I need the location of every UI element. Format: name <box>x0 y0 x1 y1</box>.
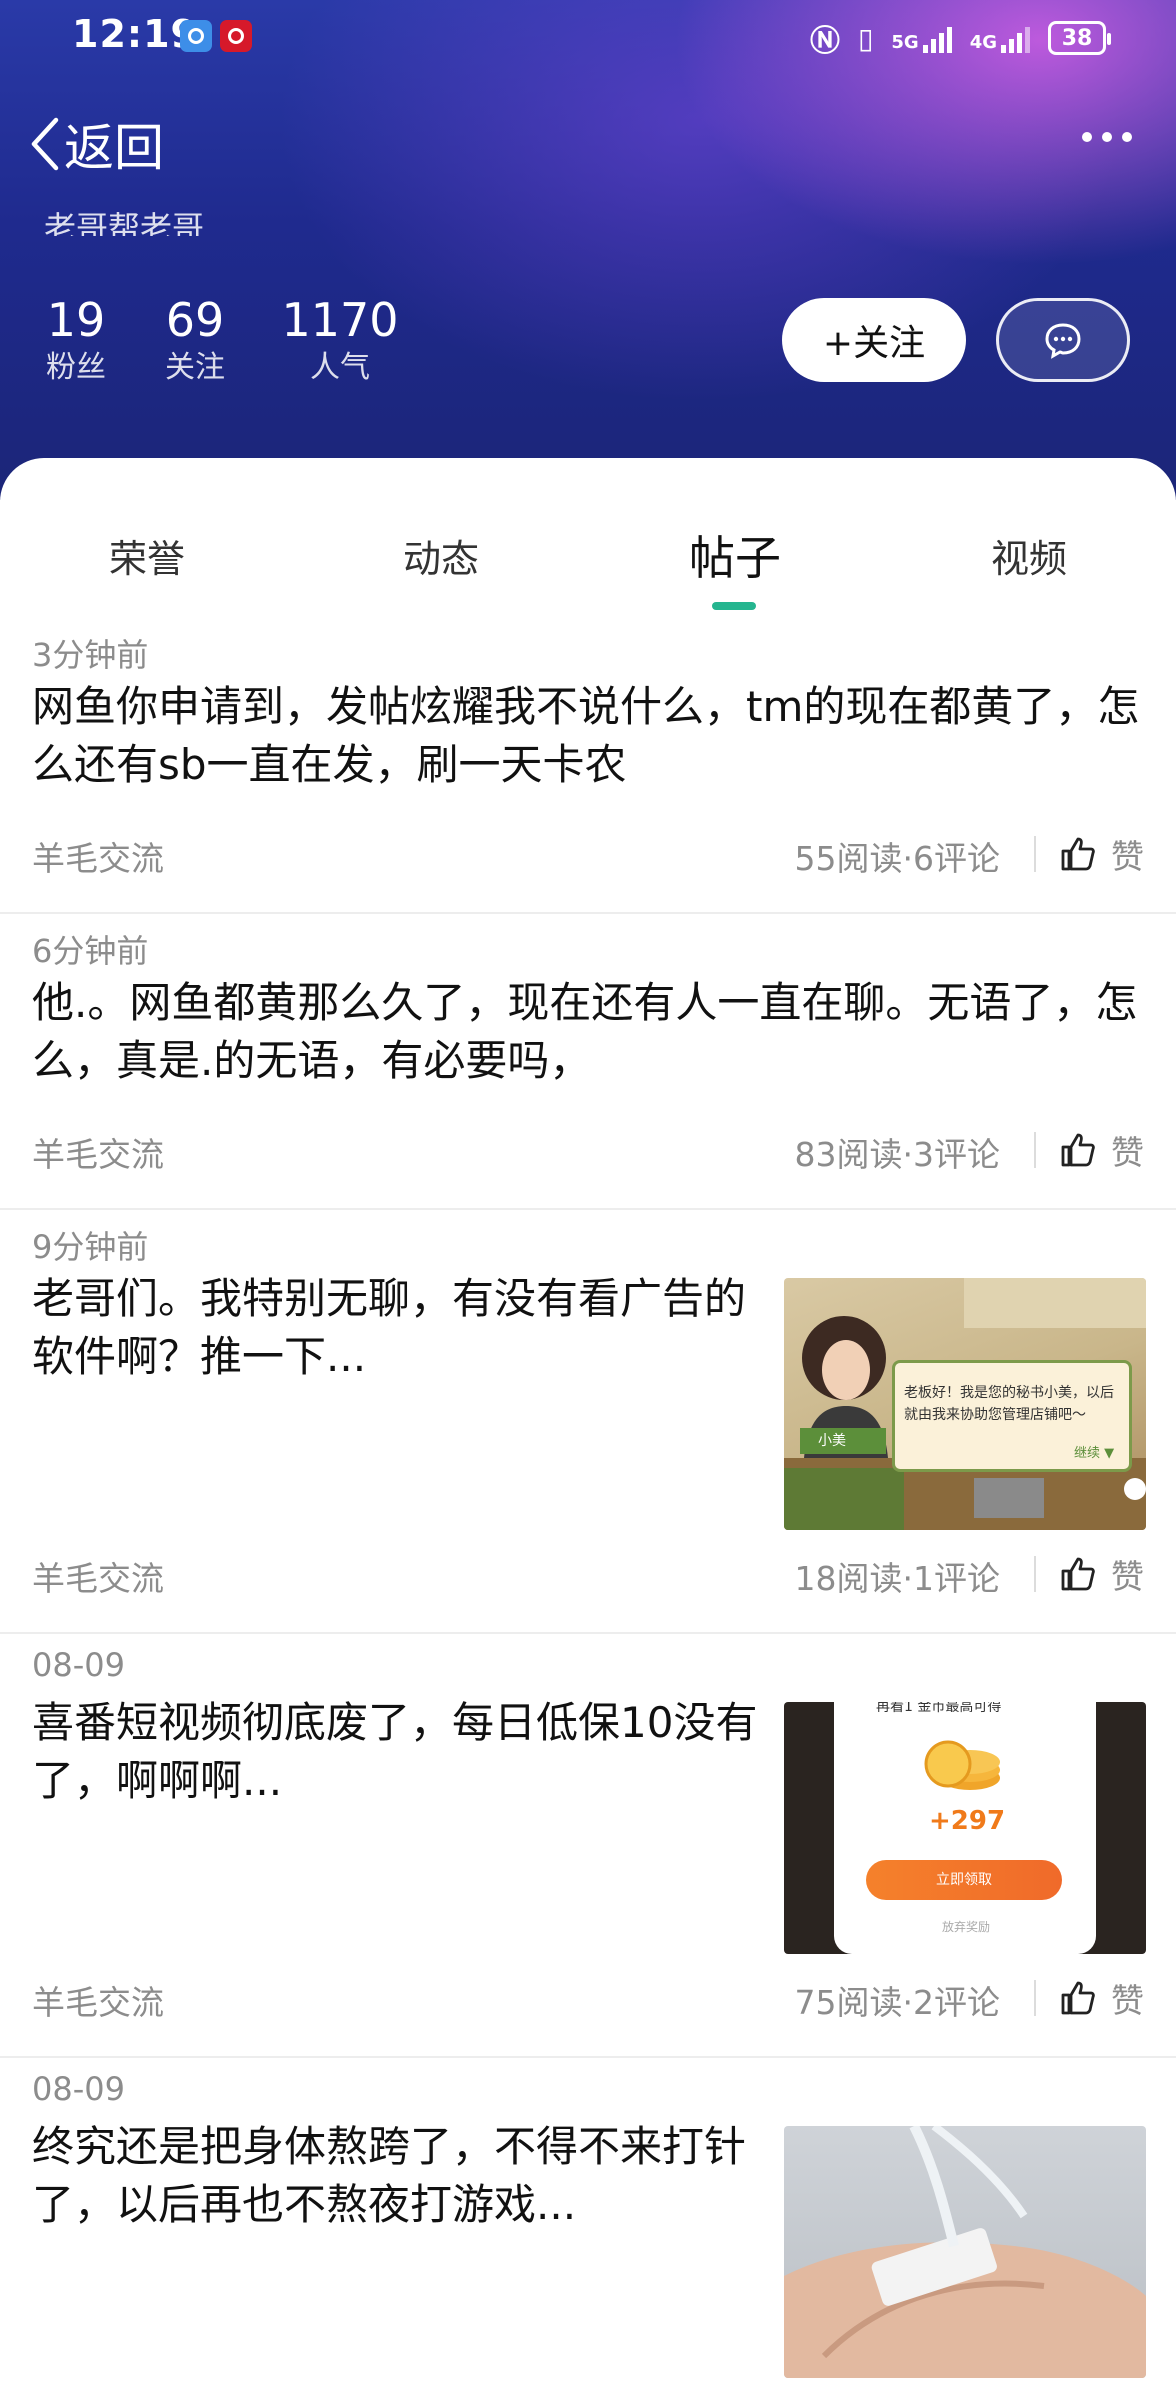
message-button[interactable] <box>996 298 1130 382</box>
post-time: 08-09 <box>32 1646 125 1684</box>
battery-level: 38 <box>1061 25 1093 51</box>
thumbs-up-icon <box>1061 837 1095 871</box>
stat-value: 19 <box>46 293 106 347</box>
like-label: 赞 <box>1111 1133 1144 1172</box>
dialog-text: 老板好！我是您的秘书小美，以后就由我来协助您管理店铺吧～ <box>904 1385 1114 1423</box>
post-category[interactable]: 羊毛交流 <box>32 1976 164 2024</box>
post-item[interactable]: 3分钟前 网鱼你申请到，发帖炫耀我不说什么，tm的现在都黄了，怎么还有sb一直在… <box>0 618 1176 914</box>
post-item[interactable]: 08-09 喜番短视频彻底废了，每日低保10没有了，啊啊啊... 再看1 金币最… <box>0 1634 1176 2058</box>
like-label: 赞 <box>1111 1557 1144 1596</box>
post-item[interactable]: 6分钟前 他.。网鱼都黄那么久了，现在还有人一直在聊。无语了，怎么，真是.的无语… <box>0 914 1176 1210</box>
thumbs-up-icon <box>1061 1981 1095 2015</box>
post-time: 3分钟前 <box>32 636 149 674</box>
like-button[interactable]: 赞 <box>1059 1126 1144 1174</box>
post-stats: 55阅读·6评论 <box>794 839 1000 878</box>
signal-4g-icon: 4G <box>970 23 1030 53</box>
tab-honor[interactable]: 荣誉 <box>0 528 294 583</box>
nfc-icon: Ⓝ <box>809 24 840 59</box>
gold-coin-icon <box>924 1740 1000 1790</box>
post-category[interactable]: 羊毛交流 <box>32 1128 164 1176</box>
tab-videos[interactable]: 视频 <box>882 528 1176 583</box>
post-time: 9分钟前 <box>32 1228 149 1266</box>
follow-button[interactable]: +关注 <box>782 298 966 382</box>
thumbs-up-icon <box>1061 1133 1095 1167</box>
chevron-left-icon <box>31 117 59 171</box>
post-title: 他.。网鱼都黄那么久了，现在还有人一直在聊。无语了，怎么，真是.的无语，有必要吗… <box>32 978 1138 1085</box>
stat-label: 关注 <box>165 350 225 385</box>
stat-value: 69 <box>165 293 225 347</box>
active-tab-indicator <box>712 602 756 610</box>
like-label: 赞 <box>1111 1981 1144 2020</box>
post-title: 老哥们。我特别无聊，有没有看广告的软件啊？推一下... <box>32 1274 747 1381</box>
post-title: 网鱼你申请到，发帖炫耀我不说什么，tm的现在都黄了，怎么还有sb一直在发，刷一天… <box>32 682 1140 789</box>
stat-popularity: 1170 人气 <box>280 292 400 388</box>
stat-label: 人气 <box>310 350 370 385</box>
tab-bar: 荣誉 动态 帖子 视频 <box>0 458 1176 610</box>
post-stats: 83阅读·3评论 <box>794 1135 1000 1174</box>
stat-fans[interactable]: 19 粉丝 <box>44 292 108 388</box>
post-title: 喜番短视频彻底废了，每日低保10没有了，啊啊啊... <box>32 1698 758 1805</box>
post-thumbnail[interactable]: 老板好！我是您的秘书小美，以后就由我来协助您管理店铺吧～ 小美 继续 ▼ <box>784 1278 1146 1530</box>
app-notification-icon <box>220 20 252 52</box>
post-stats: 18阅读·1评论 <box>794 1559 1000 1598</box>
reward-top-text: 再看1 金币最高可得 <box>876 1702 1002 1715</box>
divider <box>1034 1132 1036 1168</box>
battery-icon: 38 <box>1048 21 1111 55</box>
post-item[interactable]: 08-09 终究还是把身体熬跨了，不得不来打针了，以后再也不熬夜打游戏... <box>0 2058 1176 2400</box>
stat-value: 1170 <box>281 293 399 347</box>
skip-reward-label: 放弃奖励 <box>942 1920 991 1934</box>
status-indicators: Ⓝ ▯ 5G 4G 38 <box>809 16 1111 60</box>
post-category[interactable]: 羊毛交流 <box>32 1552 164 1600</box>
like-button[interactable]: 赞 <box>1059 830 1144 878</box>
profile-header: 12:19 Ⓝ ▯ 5G 4G 38 返回 老哥帮老哥 19 粉丝 69 关注 … <box>0 0 1176 500</box>
post-thumbnail[interactable]: 再看1 金币最高可得 +297 立即领取 放弃奖励 <box>784 1702 1146 1954</box>
chat-bubble-icon <box>1045 323 1081 359</box>
post-title: 终究还是把身体熬跨了，不得不来打针了，以后再也不熬夜打游戏... <box>32 2122 747 2229</box>
like-label: 赞 <box>1111 837 1144 876</box>
net-5g-label: 5G <box>891 32 919 53</box>
stat-label: 粉丝 <box>46 350 106 385</box>
back-label: 返回 <box>64 119 164 177</box>
character-name-tag: 小美 <box>800 1428 886 1454</box>
stat-following[interactable]: 69 关注 <box>160 292 230 388</box>
status-bar: 12:19 Ⓝ ▯ 5G 4G 38 <box>0 0 1176 70</box>
app-notification-icon <box>180 20 212 52</box>
post-time: 08-09 <box>32 2070 125 2108</box>
net-4g-label: 4G <box>969 32 997 53</box>
post-thumbnail[interactable] <box>784 2126 1146 2378</box>
continue-label: 继续 ▼ <box>1074 1446 1115 1461</box>
content-sheet: 荣誉 动态 帖子 视频 3分钟前 网鱼你申请到，发帖炫耀我不说什么，tm的现在都… <box>0 458 1176 2400</box>
claim-button: 立即领取 <box>866 1860 1062 1900</box>
like-button[interactable]: 赞 <box>1059 1974 1144 2022</box>
profile-slogan: 老哥帮老哥 <box>44 209 205 236</box>
divider <box>1034 836 1036 872</box>
reward-amount: +297 <box>929 1806 1006 1836</box>
vibrate-icon: ▯ <box>857 21 874 55</box>
divider <box>1034 1980 1036 2016</box>
hand-iv-image <box>784 2126 1146 2378</box>
more-options-icon[interactable] <box>1082 132 1132 142</box>
post-time: 6分钟前 <box>32 932 149 970</box>
thumbs-up-icon <box>1061 1557 1095 1591</box>
post-stats: 75阅读·2评论 <box>794 1983 1000 2022</box>
signal-5g-icon: 5G <box>891 23 952 53</box>
post-category[interactable]: 羊毛交流 <box>32 832 164 880</box>
tab-posts[interactable]: 帖子 <box>588 522 882 588</box>
post-item[interactable]: 9分钟前 老哥们。我特别无聊，有没有看广告的软件啊？推一下... 老板好！我是您… <box>0 1210 1176 1634</box>
like-button[interactable]: 赞 <box>1059 1550 1144 1598</box>
tab-feed[interactable]: 动态 <box>294 528 588 583</box>
divider <box>1034 1556 1036 1592</box>
back-button[interactable]: 返回 <box>28 108 164 180</box>
